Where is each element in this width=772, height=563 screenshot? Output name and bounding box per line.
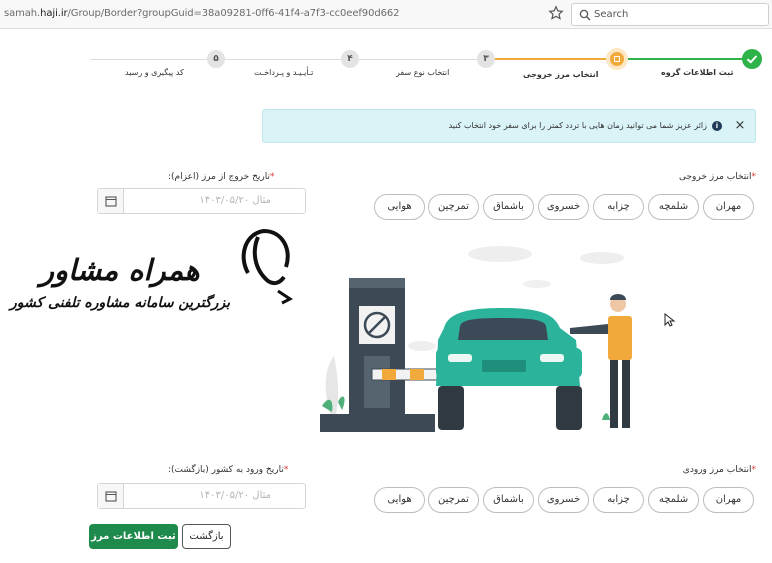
entry-border-option[interactable]: چزابه <box>593 487 644 513</box>
alert-message: زائر عزیز شما می توانید زمان هایی با ترد… <box>448 121 707 130</box>
border-gate-illustration <box>320 246 632 432</box>
entry-date-calendar-button[interactable] <box>98 484 124 508</box>
step-line-pending <box>90 59 486 60</box>
step-2-label: انتخاب مرز خروجی <box>523 70 599 79</box>
entry-border-option[interactable]: مهران <box>703 487 754 513</box>
mouse-cursor-icon <box>664 313 676 327</box>
entry-border-option[interactable]: خسروی <box>538 487 589 513</box>
exit-border-label: *انتخاب مرز خروجی <box>678 172 756 182</box>
exit-border-option[interactable]: مهران <box>703 194 754 220</box>
exit-border-option[interactable]: شلمچه <box>648 194 699 220</box>
step-line-active <box>486 58 617 60</box>
entry-date-label: *تاریخ ورود به کشور (بازگشت): <box>168 465 289 475</box>
entry-border-label: *انتخاب مرز ورودی <box>682 465 756 475</box>
calendar-icon <box>105 491 117 502</box>
exit-date-placeholder: مثال ۱۴۰۳/۰۵/۲۰ <box>199 195 271 206</box>
entry-border-option[interactable]: تمرچین <box>428 487 479 513</box>
watermark-subtitle: بزرگترین سامانه مشاوره تلفنی کشور <box>10 295 230 311</box>
exit-date-label: *تاریخ خروج از مرز (اعزام): <box>168 172 275 182</box>
search-placeholder: Search <box>594 9 629 20</box>
exit-border-option[interactable]: باشماق <box>483 194 534 220</box>
step-active-icon <box>614 56 620 62</box>
step-5-circle: ۵ <box>207 50 225 68</box>
headset-logo-icon <box>241 228 293 305</box>
entry-date-input[interactable]: مثال ۱۴۰۳/۰۵/۲۰ <box>97 483 306 509</box>
info-alert: × i زائر عزیز شما می توانید زمان هایی با… <box>262 109 756 143</box>
bookmark-star-icon[interactable] <box>548 5 564 21</box>
watermark-logo: همراه مشاور بزرگترین سامانه مشاوره تلفنی… <box>0 225 300 325</box>
exit-border-option[interactable]: هوایی <box>374 194 425 220</box>
browser-toolbar: samah.haji.ir/Group/Border?groupGuid=38a… <box>0 0 772 29</box>
browser-search-input[interactable]: Search <box>571 3 769 26</box>
calendar-icon <box>105 196 117 207</box>
back-button[interactable]: بازگشت <box>182 524 231 549</box>
exit-date-calendar-button[interactable] <box>98 189 124 213</box>
exit-border-option[interactable]: تمرچین <box>428 194 479 220</box>
watermark-title: همراه مشاور <box>40 253 200 287</box>
exit-border-option[interactable]: چزابه <box>593 194 644 220</box>
entry-border-option[interactable]: شلمچه <box>648 487 699 513</box>
entry-border-option[interactable]: هوایی <box>374 487 425 513</box>
check-icon <box>746 55 758 64</box>
entry-border-option[interactable]: باشماق <box>483 487 534 513</box>
step-1-circle <box>742 49 762 69</box>
step-4-circle: ۴ <box>341 50 359 68</box>
step-3-circle: ۳ <box>477 50 495 68</box>
exit-date-input[interactable]: مثال ۱۴۰۳/۰۵/۲۰ <box>97 188 306 214</box>
exit-border-option[interactable]: خسروی <box>538 194 589 220</box>
entry-date-placeholder: مثال ۱۴۰۳/۰۵/۲۰ <box>199 490 271 501</box>
close-icon[interactable]: × <box>733 119 747 133</box>
step-3-label: انتخاب نوع سفر <box>396 68 450 77</box>
step-2-circle <box>606 48 628 70</box>
step-4-label: تـأیـیـد و پـرداخـت <box>254 68 314 77</box>
step-line-done <box>617 58 753 60</box>
submit-border-button[interactable]: ثبت اطلاعات مرز <box>89 524 178 549</box>
info-icon: i <box>712 121 722 131</box>
address-bar[interactable]: samah.haji.ir/Group/Border?groupGuid=38a… <box>4 8 399 19</box>
search-icon <box>579 9 591 21</box>
step-5-label: کد پیگیری و رسید <box>125 68 184 77</box>
step-1-label: ثبت اطلاعات گروه <box>661 68 734 77</box>
